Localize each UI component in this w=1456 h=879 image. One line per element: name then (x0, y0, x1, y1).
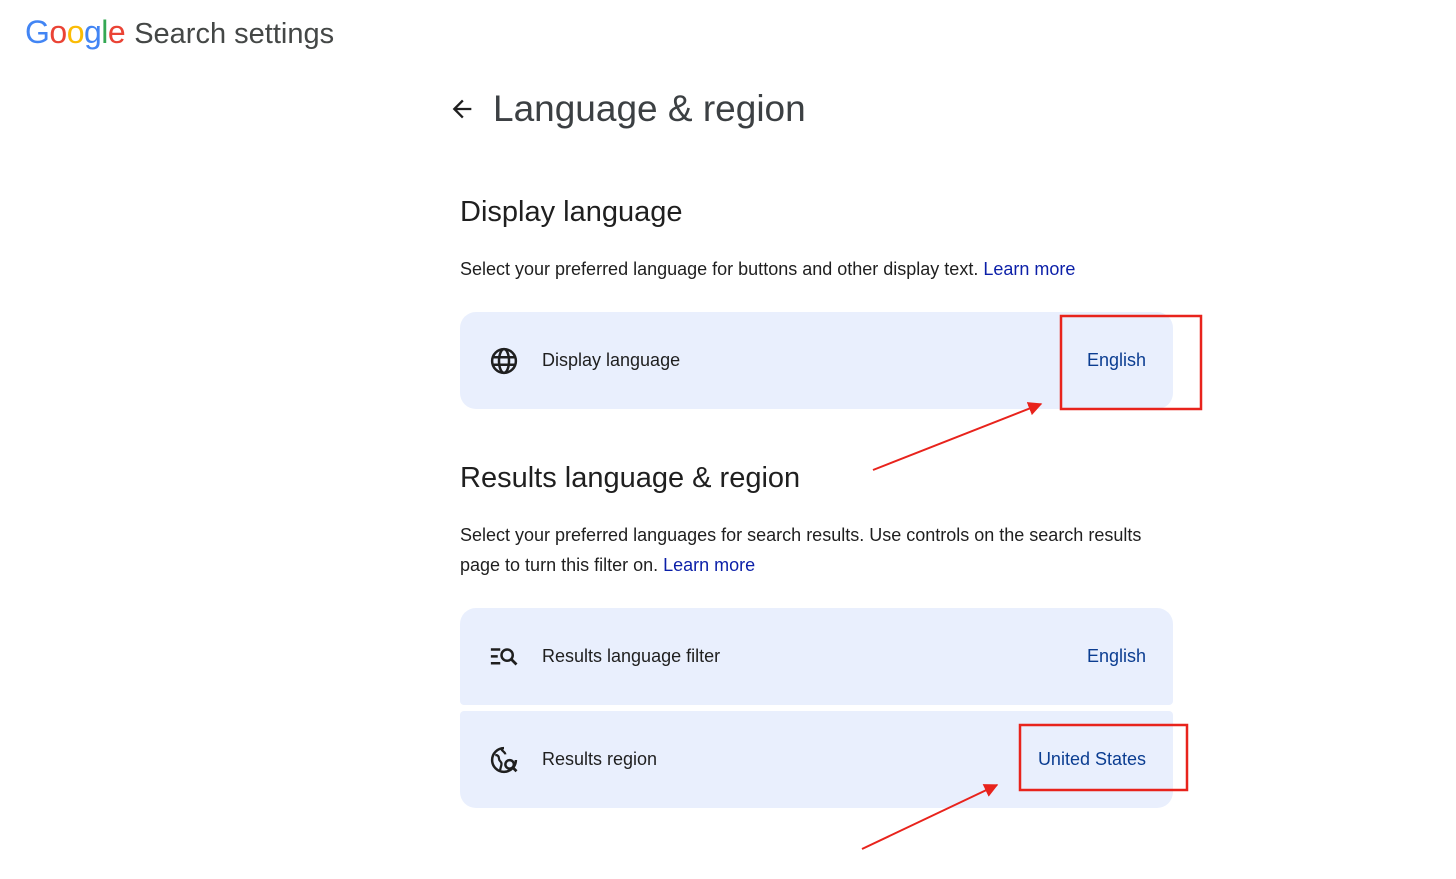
results-language-value[interactable]: English (1087, 646, 1146, 667)
filter-search-icon (488, 641, 520, 673)
description-text: Select your preferred languages for sear… (460, 525, 1142, 575)
arrow-back-icon (452, 99, 472, 119)
annotation-arrow (872, 402, 1043, 471)
globe-search-icon (488, 744, 520, 776)
learn-more-link[interactable]: Learn more (983, 259, 1075, 279)
display-language-value[interactable]: English (1087, 350, 1146, 371)
row-label: Display language (542, 350, 681, 370)
results-description: Select your preferred languages for sear… (460, 520, 1160, 580)
page-header: Language & region (446, 88, 806, 130)
header-title: Search settings (134, 18, 335, 50)
logo-letter: l (101, 14, 108, 50)
back-button[interactable] (446, 93, 478, 125)
logo-letter: e (107, 14, 126, 50)
results-region-row[interactable]: Results region United States (460, 711, 1173, 808)
results-language-filter-row[interactable]: Results language filter English (460, 608, 1173, 705)
google-logo[interactable]: Google (25, 14, 126, 51)
logo-letter: o (49, 14, 67, 50)
page-title: Language & region (493, 88, 806, 129)
display-language-row[interactable]: Display language English (460, 312, 1173, 409)
logo-letter: G (25, 14, 50, 50)
row-label: Results region (542, 749, 658, 769)
logo-letter: o (66, 14, 85, 50)
results-heading: Results language & region (460, 462, 801, 494)
description-text: Select your preferred language for butto… (460, 259, 979, 279)
display-language-heading: Display language (460, 196, 683, 228)
row-label: Results language filter (542, 646, 721, 666)
display-language-description: Select your preferred language for butto… (460, 254, 1160, 284)
header: Google Search settings (25, 14, 334, 51)
results-region-value[interactable]: United States (1038, 749, 1146, 770)
globe-icon (488, 345, 520, 377)
learn-more-link[interactable]: Learn more (663, 555, 755, 575)
logo-letter: g (83, 14, 102, 50)
